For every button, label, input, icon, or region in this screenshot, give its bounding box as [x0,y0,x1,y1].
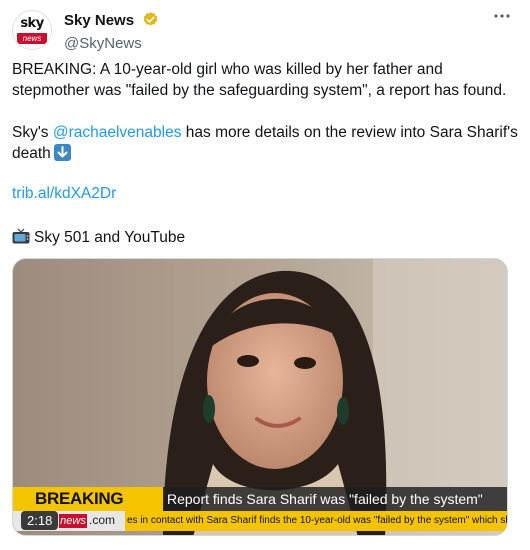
tweet-header: sky news Sky News @SkyNews [12,8,518,52]
breaking-news-label: BREAKING NEWS [13,487,163,532]
tweet-paragraph-1: BREAKING: A 10-year-old girl who was kil… [12,61,507,99]
mention-link[interactable]: @rachaelvenables [53,124,182,141]
avatar-sky-text: sky [20,16,44,31]
breaking-news-strip: BREAKING NEWS Report finds Sara Sharif w… [13,487,507,532]
television-emoji-icon [12,228,30,244]
author-names: Sky News @SkyNews [64,11,159,54]
ticker-logo-suffix: .com [89,513,116,527]
news-lower-third: BREAKING NEWS Report finds Sara Sharif w… [13,485,508,535]
avatar-news-text: news [17,33,47,44]
avatar[interactable]: sky news [12,10,52,50]
more-options-icon[interactable] [490,8,514,28]
display-name[interactable]: Sky News [64,12,134,30]
ticker-text: es in contact with Sara Sharif finds the… [127,515,508,526]
handle[interactable]: @SkyNews [64,34,159,54]
tweet-paragraph-2: Sky's @rachaelvenables has more details … [12,122,518,164]
video-source-label: Sky 501 and YouTube [34,229,186,246]
video-player[interactable]: BREAKING NEWS Report finds Sara Sharif w… [12,258,508,536]
article-link[interactable]: trib.al/kdXA2Dr [12,183,116,204]
video-duration: 2:18 [21,511,59,530]
para2-before: Sky's [12,124,53,141]
video-source: Sky 501 and YouTube [12,227,185,248]
ticker-logo-news: news [59,514,87,528]
breaking-headline: Report finds Sara Sharif was "failed by … [167,491,483,507]
news-ticker: news .com es in contact with Sara Sharif… [13,511,508,531]
verified-badge-icon[interactable] [142,11,159,33]
down-arrow-emoji-icon [53,144,71,161]
